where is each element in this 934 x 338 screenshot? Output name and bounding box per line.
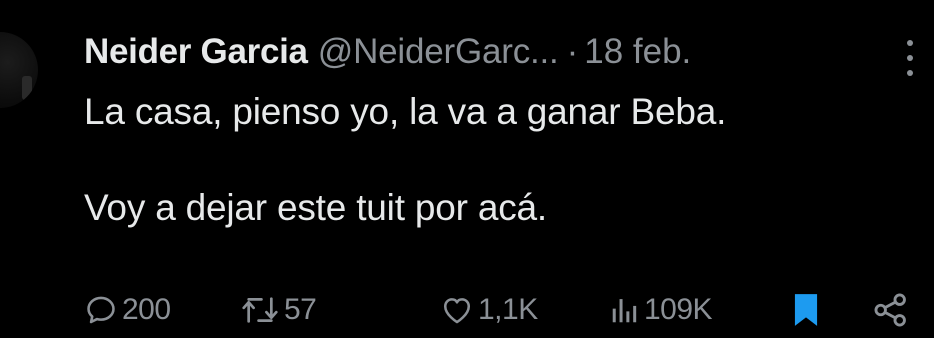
bookmark-button[interactable] [792, 288, 820, 332]
retweet-icon [242, 297, 278, 323]
more-vertical-icon[interactable] [898, 40, 922, 76]
share-button[interactable] [872, 288, 910, 332]
avatar[interactable] [0, 32, 38, 108]
bookmark-icon [794, 294, 818, 326]
reply-button[interactable]: 200 [84, 288, 171, 332]
tweet-header: Neider Garcia @NeiderGarc... · 18 feb. [84, 28, 691, 76]
tweet-date[interactable]: 18 feb. [584, 32, 691, 72]
reply-count: 200 [122, 293, 171, 326]
heart-icon [443, 298, 471, 324]
retweet-button[interactable]: 57 [240, 288, 317, 332]
like-count: 1,1K [478, 293, 538, 326]
separator: · [566, 32, 579, 71]
author-handle[interactable]: @NeiderGarc... [318, 32, 559, 72]
views-count: 109K [644, 293, 713, 326]
more-dot [907, 55, 913, 61]
reply-icon [87, 296, 115, 324]
tweet-text: La casa, pienso yo, la va a ganar Beba. … [84, 88, 726, 232]
tweet-text-line: La casa, pienso yo, la va a ganar Beba. [84, 91, 727, 132]
tweet[interactable]: Neider Garcia @NeiderGarc... · 18 feb. L… [0, 0, 934, 338]
tweet-text-line: Voy a dejar este tuit por acá. [84, 187, 547, 228]
retweet-count: 57 [284, 293, 317, 326]
views-button[interactable]: 109K [610, 288, 713, 332]
like-button[interactable]: 1,1K [440, 288, 538, 332]
author-name[interactable]: Neider Garcia [84, 32, 308, 72]
share-icon [874, 293, 906, 327]
more-dot [907, 70, 913, 76]
action-bar: 200 57 1,1K 109K [84, 288, 920, 332]
more-dot [907, 40, 913, 46]
views-icon [612, 299, 637, 323]
